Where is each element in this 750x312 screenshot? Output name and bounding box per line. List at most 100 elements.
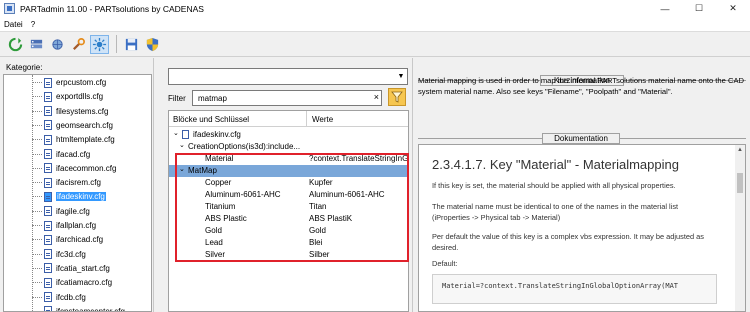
close-button[interactable]: ✕ <box>716 0 750 17</box>
category-item-label: ifc3d.cfg <box>56 249 86 259</box>
tree-guide-line <box>32 282 42 284</box>
category-item-label: ifallplan.cfg <box>56 221 97 230</box>
filter-input[interactable]: matmap × <box>192 90 382 106</box>
doc-code-block: Material=?context.TranslateStringInGloba… <box>432 274 717 304</box>
menu-help[interactable]: ? <box>27 20 39 29</box>
collapse-caret-icon[interactable]: ⌄ <box>173 129 179 137</box>
category-item[interactable]: ifcnsteamcenter.cfg <box>44 304 125 311</box>
tree-row-matmap[interactable]: ⌄ MatMap <box>169 165 408 177</box>
tools-icon[interactable] <box>69 35 88 54</box>
tree-row-block1[interactable]: ⌄ CreationOptions(is3d):include... <box>169 141 408 153</box>
root-file-label: ifadeskinv.cfg <box>193 130 241 139</box>
category-item-label: geomsearch.cfg <box>56 120 113 130</box>
toolbar-separator <box>116 35 117 53</box>
matmap-row[interactable]: ABS Plastic ABS PlastiK <box>169 213 408 225</box>
scroll-thumb[interactable] <box>737 173 743 193</box>
matmap-key: Lead <box>205 238 223 247</box>
save-icon[interactable] <box>122 35 141 54</box>
file-icon <box>44 149 52 159</box>
doc-scrollbar[interactable]: ▲ <box>735 145 745 311</box>
category-item[interactable]: ifacecommon.cfg <box>44 161 116 176</box>
chevron-down-icon[interactable]: ▼ <box>395 69 407 84</box>
category-item[interactable]: ifcdb.cfg <box>44 290 86 305</box>
matmap-value: Aluminum-6061-AHC <box>309 190 385 199</box>
category-item[interactable]: ifcatia_start.cfg <box>44 261 110 276</box>
block-combo[interactable]: ▼ <box>168 68 408 85</box>
matmap-row[interactable]: Lead Blei <box>169 237 408 249</box>
matmap-row[interactable]: Silver Silber <box>169 249 408 261</box>
matmap-row[interactable]: Titanium Titan <box>169 201 408 213</box>
category-item[interactable]: exportdlls.cfg <box>44 89 103 104</box>
file-icon <box>44 249 52 260</box>
minimize-button[interactable]: — <box>648 0 682 17</box>
network-icon[interactable] <box>48 35 67 54</box>
file-icon <box>44 163 52 174</box>
tree-guide-line <box>32 82 42 83</box>
category-item[interactable]: ifc3d.cfg <box>44 247 86 262</box>
tree-guide-line <box>32 96 42 98</box>
block1-label: CreationOptions(is3d):include... <box>188 142 301 151</box>
keys-panel: ▼ Filter matmap × Blöcke und Schlüssel W… <box>162 58 411 312</box>
category-item[interactable]: filesystems.cfg <box>44 104 108 119</box>
maximize-button[interactable]: ☐ <box>682 0 716 17</box>
menu-datei[interactable]: Datei <box>0 20 27 29</box>
title-bar: PARTadmin 11.00 - PARTsolutions by CADEN… <box>0 0 750 17</box>
category-item[interactable]: ifcatiamacro.cfg <box>44 275 112 290</box>
matmap-row[interactable]: Gold Gold <box>169 225 408 237</box>
tree-guide-line <box>32 167 42 169</box>
category-item[interactable]: ifadeskinv.cfg <box>44 189 106 204</box>
category-item[interactable]: ifacisrem.cfg <box>44 175 101 190</box>
column-divider[interactable] <box>306 111 307 127</box>
tree-row-material[interactable]: Material ?context.TranslateStringInGl <box>169 153 408 165</box>
doc-paragraph-3: Per default the value of this key is a c… <box>432 232 704 252</box>
server-icon[interactable] <box>27 35 46 54</box>
category-item-label: ifcatia_start.cfg <box>56 263 110 273</box>
app-icon <box>4 3 15 14</box>
tree-guide-line <box>32 110 42 112</box>
tree-guide-line <box>32 225 42 226</box>
clear-filter-icon[interactable]: × <box>374 92 379 102</box>
refresh-icon[interactable] <box>6 35 25 54</box>
funnel-icon <box>391 91 403 103</box>
settings-icon[interactable] <box>90 34 109 54</box>
tree-row-root[interactable]: ⌄ ifadeskinv.cfg <box>169 129 408 141</box>
tree-guide-line <box>32 182 42 184</box>
kurz-text: Material mapping is used in order to map… <box>418 76 744 96</box>
file-icon <box>44 206 52 217</box>
category-item[interactable]: ifagile.cfg <box>44 204 90 219</box>
category-item[interactable]: ifallplan.cfg <box>44 218 96 233</box>
tree-guide-line <box>32 239 42 241</box>
matmap-value: Titan <box>309 202 327 211</box>
category-item[interactable]: erpcustom.cfg <box>44 75 106 90</box>
left-scroll-strip[interactable] <box>153 58 162 312</box>
file-icon <box>44 277 52 288</box>
category-item-label: ifcdb.cfg <box>56 292 86 302</box>
category-item[interactable]: ifacad.cfg <box>44 147 90 162</box>
matmap-row[interactable]: Copper Kupfer <box>169 177 408 189</box>
category-item[interactable]: htmltemplate.cfg <box>44 132 115 147</box>
category-tree[interactable]: erpcustom.cfg exportdlls.cfg filesystems.c… <box>3 74 152 312</box>
matmap-key: ABS Plastic <box>205 214 247 223</box>
tree-guide-line <box>32 296 42 298</box>
scroll-up-icon[interactable]: ▲ <box>737 147 743 153</box>
category-item[interactable]: geomsearch.cfg <box>44 118 113 133</box>
column-header-values[interactable]: Werte <box>312 115 333 124</box>
file-icon <box>44 120 52 131</box>
matmap-row[interactable]: Aluminum-6061-AHC Aluminum-6061-AHC <box>169 189 408 201</box>
column-header-keys[interactable]: Blöcke und Schlüssel <box>173 115 249 124</box>
collapse-caret-icon[interactable]: ⌄ <box>179 165 185 173</box>
keys-grid[interactable]: Blöcke und Schlüssel Werte ⌄ ifadeskinv.… <box>168 110 409 312</box>
collapse-caret-icon[interactable]: ⌄ <box>179 141 185 149</box>
category-item-label: exportdlls.cfg <box>56 92 104 102</box>
documentation-view[interactable]: 2.3.4.1.7. Key "Material" - Materialmapp… <box>418 144 746 312</box>
filter-button[interactable] <box>388 88 406 106</box>
shield-icon[interactable] <box>143 35 162 54</box>
file-icon <box>44 234 52 245</box>
doc-paragraph-1: If this key is set, the material should … <box>432 181 676 190</box>
window-title: PARTadmin 11.00 - PARTsolutions by CADEN… <box>20 3 204 14</box>
doc-paragraph-2: The material name must be identical to o… <box>432 202 679 222</box>
doc-title: Dokumentation <box>542 133 620 144</box>
category-item[interactable]: ifarchicad.cfg <box>44 232 103 247</box>
file-icon <box>44 306 52 311</box>
tree-guide-line <box>32 153 42 155</box>
